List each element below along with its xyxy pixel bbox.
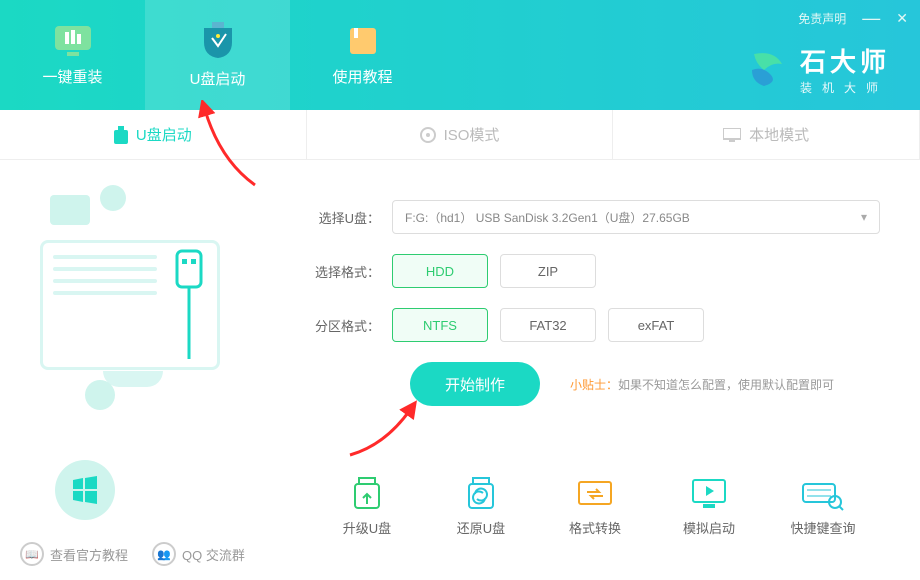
deco-gear bbox=[85, 380, 115, 410]
tool-label: 升级U盘 bbox=[343, 518, 391, 537]
footer-label: 查看官方教程 bbox=[50, 545, 128, 564]
tip-label: 小贴士： bbox=[570, 378, 618, 392]
tool-upgrade-usb[interactable]: 升级U盘 bbox=[317, 476, 417, 537]
footer-label: QQ 交流群 bbox=[182, 545, 245, 564]
nav-label: U盘启动 bbox=[190, 68, 246, 89]
tool-simulate-boot[interactable]: 模拟启动 bbox=[659, 476, 759, 537]
footer-tutorial-button[interactable]: 📖 查看官方教程 bbox=[20, 542, 128, 566]
deco-circle bbox=[100, 185, 126, 211]
tool-label: 格式转换 bbox=[569, 518, 621, 537]
partition-option-exfat[interactable]: exFAT bbox=[608, 308, 704, 342]
format-option-hdd[interactable]: HDD bbox=[392, 254, 488, 288]
nav-tabs: 一键重装 U盘启动 使用教程 bbox=[0, 0, 435, 110]
windows-badge bbox=[55, 460, 115, 520]
partition-option-ntfs[interactable]: NTFS bbox=[392, 308, 488, 342]
subtab-usb[interactable]: U盘启动 bbox=[0, 110, 307, 159]
start-button[interactable]: 开始制作 bbox=[410, 362, 540, 406]
form-area: 选择U盘： F:G:（hd1） USB SanDisk 3.2Gen1（U盘）2… bbox=[300, 160, 920, 530]
nav-label: 一键重装 bbox=[42, 66, 102, 87]
titlebar: 免责声明 — ✕ bbox=[798, 8, 908, 29]
brand-logo-icon bbox=[744, 46, 790, 92]
tool-label: 还原U盘 bbox=[457, 518, 505, 537]
brand-title: 石大师 bbox=[800, 42, 890, 79]
subtabs: U盘启动 ISO模式 本地模式 bbox=[0, 110, 920, 160]
usb-shield-icon bbox=[200, 22, 236, 60]
brand-subtitle: 装机大师 bbox=[800, 79, 890, 96]
close-icon[interactable]: ✕ bbox=[896, 10, 908, 27]
partition-label: 分区格式： bbox=[310, 316, 380, 335]
chevron-down-icon: ▾ bbox=[861, 210, 867, 224]
partition-option-fat32[interactable]: FAT32 bbox=[500, 308, 596, 342]
usb-icon bbox=[114, 126, 128, 144]
deco-usb bbox=[167, 249, 211, 359]
format-option-zip[interactable]: ZIP bbox=[500, 254, 596, 288]
tool-label: 模拟启动 bbox=[683, 518, 735, 537]
subtab-iso[interactable]: ISO模式 bbox=[307, 110, 614, 159]
upgrade-usb-icon bbox=[347, 476, 387, 512]
format-convert-icon bbox=[575, 476, 615, 512]
footer-qq-button[interactable]: 👥 QQ 交流群 bbox=[152, 542, 245, 566]
book-icon bbox=[346, 24, 380, 58]
deco-monitor bbox=[40, 240, 220, 370]
header: 免责声明 — ✕ 一键重装 U盘启动 使用教程 石大师 装机大师 bbox=[0, 0, 920, 110]
footer: 📖 查看官方教程 👥 QQ 交流群 bbox=[20, 542, 245, 566]
format-label: 选择格式： bbox=[310, 262, 380, 281]
subtab-local[interactable]: 本地模式 bbox=[613, 110, 920, 159]
content: 选择U盘： F:G:（hd1） USB SanDisk 3.2Gen1（U盘）2… bbox=[0, 160, 920, 530]
tip-text: 小贴士：如果不知道怎么配置，使用默认配置即可 bbox=[570, 376, 834, 393]
tool-format-convert[interactable]: 格式转换 bbox=[545, 476, 645, 537]
restore-usb-icon bbox=[461, 476, 501, 512]
book-icon: 📖 bbox=[20, 542, 44, 566]
toolbar: 升级U盘 还原U盘 格式转换 模拟启动 快捷键查询 bbox=[310, 476, 880, 537]
minimize-icon[interactable]: — bbox=[862, 8, 880, 29]
subtab-label: U盘启动 bbox=[136, 124, 192, 145]
nav-tab-reinstall[interactable]: 一键重装 bbox=[0, 0, 145, 110]
subtab-label: ISO模式 bbox=[444, 124, 500, 145]
deco-folder bbox=[50, 195, 90, 225]
usb-select[interactable]: F:G:（hd1） USB SanDisk 3.2Gen1（U盘）27.65GB… bbox=[392, 200, 880, 234]
nav-tab-tutorial[interactable]: 使用教程 bbox=[290, 0, 435, 110]
subtab-label: 本地模式 bbox=[749, 124, 809, 145]
tool-shortcut-lookup[interactable]: 快捷键查询 bbox=[773, 476, 873, 537]
shortcut-lookup-icon bbox=[801, 476, 845, 512]
tool-label: 快捷键查询 bbox=[790, 518, 855, 537]
windows-icon bbox=[71, 476, 99, 504]
usb-select-label: 选择U盘： bbox=[310, 208, 380, 227]
nav-tab-usb[interactable]: U盘启动 bbox=[145, 0, 290, 110]
iso-icon bbox=[420, 127, 436, 143]
usb-select-value: F:G:（hd1） USB SanDisk 3.2Gen1（U盘）27.65GB bbox=[405, 209, 690, 226]
tool-restore-usb[interactable]: 还原U盘 bbox=[431, 476, 531, 537]
local-icon bbox=[723, 128, 741, 142]
illustration bbox=[0, 160, 300, 530]
qq-icon: 👥 bbox=[152, 542, 176, 566]
monitor-icon bbox=[53, 24, 93, 58]
brand: 石大师 装机大师 bbox=[744, 42, 890, 96]
simulate-boot-icon bbox=[689, 476, 729, 512]
nav-label: 使用教程 bbox=[332, 66, 392, 87]
disclaimer-link[interactable]: 免责声明 bbox=[798, 10, 846, 27]
